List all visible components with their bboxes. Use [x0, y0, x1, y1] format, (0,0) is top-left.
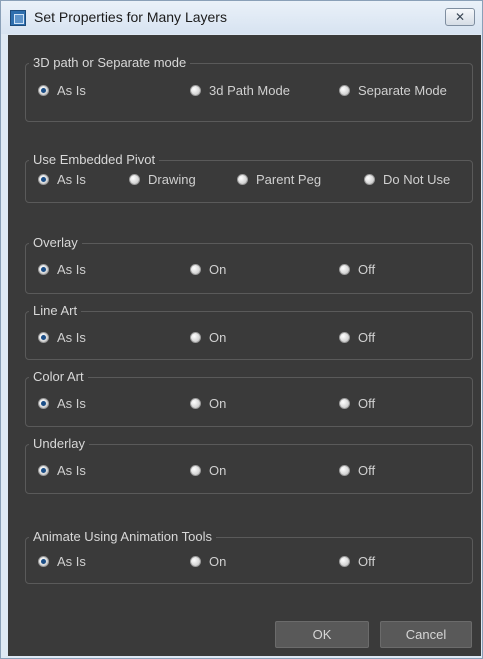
cancel-button[interactable]: Cancel [380, 621, 472, 648]
app-icon [10, 10, 26, 26]
group-title: Line Art [29, 303, 82, 319]
group-title: Underlay [29, 436, 90, 452]
radio-label: Off [358, 329, 376, 345]
radio-off[interactable]: Off [339, 462, 375, 478]
radio-on[interactable]: On [190, 462, 226, 478]
radio-checked-icon[interactable] [38, 173, 49, 185]
radio-on[interactable]: On [190, 261, 226, 277]
radio-label: As Is [57, 261, 86, 277]
radio-label: On [209, 462, 227, 478]
radio-unchecked-icon[interactable] [190, 397, 201, 409]
radio-on[interactable]: On [190, 553, 226, 569]
radio-as-is[interactable]: As Is [38, 171, 86, 187]
radio-as-is[interactable]: As Is [38, 462, 86, 478]
radio-on[interactable]: On [190, 395, 226, 411]
radio-label: Off [358, 395, 376, 411]
radio-unchecked-icon[interactable] [190, 464, 201, 476]
group-overlay: Overlay As Is On Off [25, 235, 473, 294]
radio-label: Drawing [148, 171, 196, 187]
radio-unchecked-icon[interactable] [339, 464, 350, 476]
radio-checked-icon[interactable] [38, 464, 49, 476]
radio-label: On [209, 395, 227, 411]
radio-label: On [209, 553, 227, 569]
radio-unchecked-icon[interactable] [190, 263, 201, 275]
radio-on[interactable]: On [190, 329, 226, 345]
radio-checked-icon[interactable] [38, 397, 49, 409]
radio-unchecked-icon[interactable] [339, 331, 350, 343]
radio-off[interactable]: Off [339, 553, 375, 569]
radio-unchecked-icon[interactable] [190, 555, 201, 567]
radio-unchecked-icon[interactable] [364, 173, 375, 185]
radio-parent-peg[interactable]: Parent Peg [237, 171, 321, 187]
group-title: Animate Using Animation Tools [29, 529, 216, 545]
radio-label: 3d Path Mode [209, 82, 290, 98]
radio-unchecked-icon[interactable] [339, 397, 350, 409]
dialog-body: 3D path or Separate mode As Is 3d Path M… [8, 35, 481, 656]
radio-as-is[interactable]: As Is [38, 395, 86, 411]
radio-label: Parent Peg [256, 171, 322, 187]
title-bar: Set Properties for Many Layers ✕ [1, 1, 482, 34]
radio-checked-icon[interactable] [38, 555, 49, 567]
radio-do-not-use[interactable]: Do Not Use [364, 171, 450, 187]
radio-label: As Is [57, 329, 86, 345]
group-animate-using-animation-tools: Animate Using Animation Tools As Is On O… [25, 529, 473, 584]
radio-as-is[interactable]: As Is [38, 553, 86, 569]
ok-button[interactable]: OK [275, 621, 369, 648]
radio-off[interactable]: Off [339, 329, 375, 345]
radio-unchecked-icon[interactable] [190, 331, 201, 343]
radio-unchecked-icon[interactable] [237, 173, 248, 185]
radio-label: On [209, 261, 227, 277]
group-title: 3D path or Separate mode [29, 55, 191, 71]
radio-checked-icon[interactable] [38, 263, 49, 275]
group-underlay: Underlay As Is On Off [25, 436, 473, 494]
radio-label: Do Not Use [383, 171, 451, 187]
group-line-art: Line Art As Is On Off [25, 303, 473, 360]
group-title: Use Embedded Pivot [29, 152, 160, 168]
group-3d-path-or-separate-mode: 3D path or Separate mode As Is 3d Path M… [25, 55, 473, 122]
radio-label: Off [358, 553, 376, 569]
radio-label: Separate Mode [358, 82, 447, 98]
group-title: Overlay [29, 235, 82, 251]
radio-checked-icon[interactable] [38, 84, 49, 96]
radio-label: As Is [57, 462, 86, 478]
radio-off[interactable]: Off [339, 261, 375, 277]
radio-label: On [209, 329, 227, 345]
dialog-window: Set Properties for Many Layers ✕ 3D path… [0, 0, 483, 659]
group-title: Color Art [29, 369, 88, 385]
radio-separate-mode[interactable]: Separate Mode [339, 82, 447, 98]
radio-as-is[interactable]: As Is [38, 261, 86, 277]
radio-checked-icon[interactable] [38, 331, 49, 343]
radio-label: Off [358, 462, 376, 478]
radio-unchecked-icon[interactable] [339, 555, 350, 567]
close-button[interactable]: ✕ [445, 8, 475, 26]
group-color-art: Color Art As Is On Off [25, 369, 473, 427]
radio-as-is[interactable]: As Is [38, 82, 86, 98]
radio-label: Off [358, 261, 376, 277]
radio-unchecked-icon[interactable] [339, 84, 350, 96]
group-use-embedded-pivot: Use Embedded Pivot As Is Drawing Parent … [25, 152, 473, 203]
radio-off[interactable]: Off [339, 395, 375, 411]
radio-label: As Is [57, 171, 86, 187]
radio-label: As Is [57, 82, 86, 98]
radio-unchecked-icon[interactable] [190, 84, 201, 96]
window-title: Set Properties for Many Layers [34, 9, 227, 25]
radio-as-is[interactable]: As Is [38, 329, 86, 345]
radio-3d-path-mode[interactable]: 3d Path Mode [190, 82, 290, 98]
radio-unchecked-icon[interactable] [339, 263, 350, 275]
radio-label: As Is [57, 553, 86, 569]
radio-unchecked-icon[interactable] [129, 173, 140, 185]
radio-drawing[interactable]: Drawing [129, 171, 196, 187]
radio-label: As Is [57, 395, 86, 411]
